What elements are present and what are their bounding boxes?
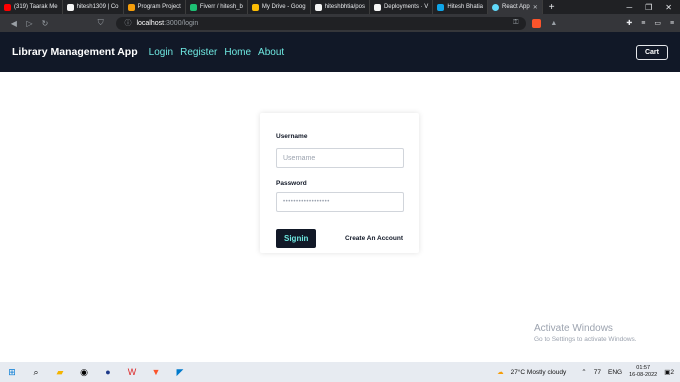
nav-login-link[interactable]: Login (149, 47, 173, 58)
browser-tab[interactable]: Deployments · V (370, 0, 434, 14)
menu-icon[interactable]: ≡ (670, 20, 674, 27)
login-card: Username Username Password •••••••••••••… (260, 113, 419, 253)
windows-start-icon[interactable]: ⊞ (6, 366, 18, 378)
url-path: :3000/login (164, 19, 199, 27)
tab-favicon (373, 3, 381, 11)
weather-icon: ☁ (497, 369, 504, 376)
app-brand[interactable]: Library Management App (12, 46, 138, 58)
react-icon (492, 3, 499, 11)
app-icon[interactable]: ● (102, 366, 114, 378)
tab-favicon (4, 3, 11, 11)
watermark-subtitle: Go to Settings to activate Windows. (534, 336, 637, 343)
nav-about-link[interactable]: About (258, 47, 284, 58)
nav-home-link[interactable]: Home (224, 47, 251, 58)
brave-icon[interactable]: ▼ (150, 366, 162, 378)
tab-favicon (251, 3, 259, 11)
browser-tab[interactable]: Hitesh Bhatia (433, 0, 488, 14)
sidebar-icon[interactable]: ▭ (654, 19, 661, 27)
wps-icon[interactable]: W (126, 366, 138, 378)
file-explorer-icon[interactable]: ▰ (54, 366, 66, 378)
maximize-icon[interactable]: ❐ (645, 3, 652, 12)
address-bar-row: ◀ ▷ ↻ ⛉ ⓘ localhost:3000/login ⚿ ▲ ✚ ≡ ▭… (0, 14, 680, 32)
brave-rewards-icon[interactable]: ▲ (550, 20, 557, 27)
create-account-link[interactable]: Create An Account (345, 235, 403, 242)
playlist-icon[interactable]: ≡ (641, 20, 645, 27)
vscode-icon[interactable]: ◤ (174, 366, 186, 378)
cart-button[interactable]: Cart (635, 44, 668, 60)
language-indicator[interactable]: ENG (608, 369, 622, 376)
notification-count: 2 (670, 369, 674, 376)
extensions-icon[interactable]: ✚ (626, 19, 632, 27)
brave-shield-icon[interactable] (532, 18, 542, 28)
tab-favicon (314, 3, 322, 11)
browser-tab[interactable]: My Drive - Goog (248, 0, 311, 14)
close-window-icon[interactable]: ✕ (665, 3, 672, 12)
username-input[interactable]: Username (276, 148, 404, 168)
browser-tab[interactable]: (319) Taarak Me (0, 0, 63, 14)
browser-tab[interactable]: Fiverr / hitesh_b (186, 0, 248, 14)
new-tab-button[interactable]: + (543, 2, 561, 13)
nav-register-link[interactable]: Register (180, 47, 217, 58)
browser-tab-active[interactable]: React App ✕ (488, 0, 543, 14)
bookmark-icon[interactable]: ⛉ (93, 18, 109, 28)
activate-windows-watermark: Activate Windows Go to Settings to activ… (534, 323, 637, 343)
browser-tab[interactable]: hitesh1309 | Co (63, 0, 124, 14)
close-tab-icon[interactable]: ✕ (533, 4, 538, 11)
reload-icon[interactable]: ↻ (37, 19, 53, 28)
url-host: localhost (136, 19, 165, 27)
window-controls: ─ ❐ ✕ (626, 3, 680, 12)
browser-tab[interactable]: hiteshbhtia/pos (311, 0, 370, 14)
extensions-row: ▲ ✚ ≡ ▭ ≡ (532, 18, 674, 28)
tray-up-icon[interactable]: ⌃ (581, 368, 586, 376)
tab-favicon (127, 3, 135, 11)
password-label: Password (276, 180, 307, 187)
password-input[interactable]: •••••••••••••••••• (276, 192, 404, 212)
minimize-icon[interactable]: ─ (626, 3, 632, 12)
tab-favicon (189, 3, 197, 11)
browser-tab-strip: (319) Taarak Me hitesh1309 | Co Program … (0, 0, 680, 14)
url-field[interactable]: ⓘ localhost:3000/login ⚿ (116, 16, 527, 30)
clock-time: 01:57 (636, 365, 651, 371)
app-navbar: Library Management App Login Register Ho… (0, 32, 680, 72)
notification-icon[interactable]: ▣2 (664, 368, 674, 376)
tray-count: 77 (593, 368, 601, 376)
login-actions: Signin Create An Account (276, 229, 403, 248)
key-icon[interactable]: ⚿ (513, 19, 518, 27)
windows-taskbar: ⊞ ⌕ ▰ ◉ ● W ▼ ◤ ☁ 27°C Mostly cloudy ⌃ 7… (0, 362, 680, 382)
forward-icon[interactable]: ▷ (22, 19, 38, 28)
username-label: Username (276, 133, 308, 140)
signin-button[interactable]: Signin (276, 229, 317, 248)
clock[interactable]: 01:57 16-08-2022 (629, 365, 657, 379)
tab-favicon (66, 3, 74, 11)
clock-date: 16-08-2022 (629, 372, 658, 378)
weather-text[interactable]: 27°C Mostly cloudy (511, 369, 567, 376)
system-tray: ☁ 27°C Mostly cloudy ⌃ 77 ENG 01:57 16-0… (497, 365, 674, 379)
search-icon[interactable]: ⌕ (30, 366, 42, 378)
info-icon: ⓘ (124, 20, 132, 27)
watermark-title: Activate Windows (534, 323, 613, 334)
browser-tab[interactable]: Program Project (124, 0, 186, 14)
tab-favicon (437, 3, 445, 11)
obs-icon[interactable]: ◉ (78, 366, 90, 378)
back-icon[interactable]: ◀ (6, 19, 22, 28)
